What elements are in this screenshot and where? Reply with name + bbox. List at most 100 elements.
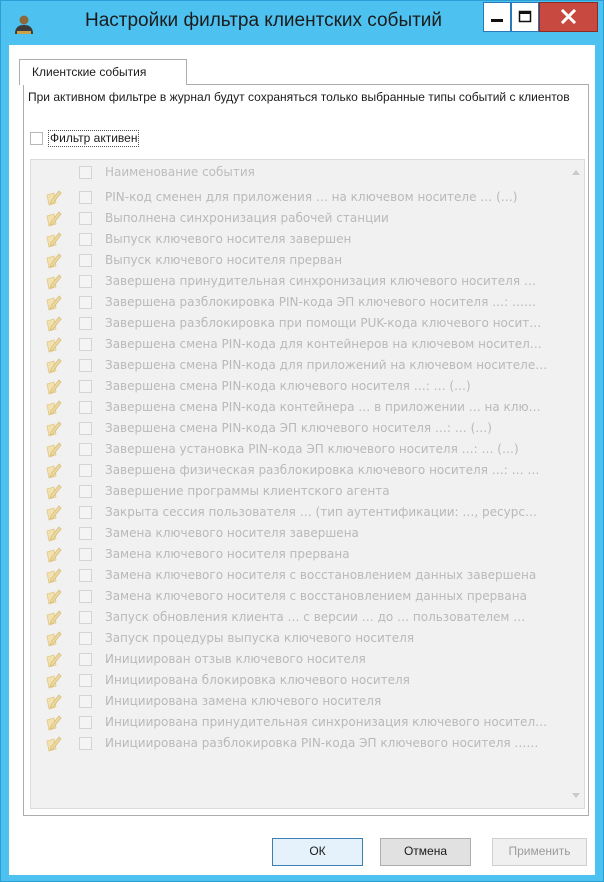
table-row[interactable]: Завершена принудительная синхронизация к… <box>31 271 568 292</box>
document-pencil-icon <box>45 336 62 353</box>
events-table[interactable]: Наименование события PIN-код сменен для … <box>30 159 585 809</box>
filter-active-label[interactable]: Фильтр активен <box>48 130 140 147</box>
filter-active-checkbox[interactable] <box>30 132 43 145</box>
table-row[interactable]: Завершена смена PIN-кода ключевого носит… <box>31 376 568 397</box>
event-name: Замена ключевого носителя с восстановлен… <box>105 568 537 582</box>
document-pencil-icon <box>45 378 62 395</box>
table-row[interactable]: Инициирована принудительная синхронизаци… <box>31 712 568 733</box>
table-row[interactable]: Выпуск ключевого носителя завершен <box>31 229 568 250</box>
row-checkbox[interactable] <box>79 254 92 267</box>
event-name: Выполнена синхронизация рабочей станции <box>105 211 389 225</box>
document-pencil-icon <box>45 189 62 206</box>
table-row[interactable]: Инициирована разблокировка PIN-кода ЭП к… <box>31 733 568 754</box>
row-checkbox[interactable] <box>79 695 92 708</box>
ok-button[interactable]: ОК <box>272 838 363 866</box>
table-row[interactable]: Инициирована блокировка ключевого носите… <box>31 670 568 691</box>
event-name: Инициирован отзыв ключевого носителя <box>105 652 366 666</box>
document-pencil-icon <box>45 693 62 710</box>
table-row[interactable]: Завершена разблокировка PIN-кода ЭП ключ… <box>31 292 568 313</box>
row-checkbox[interactable] <box>79 380 92 393</box>
close-button[interactable] <box>539 2 598 32</box>
row-checkbox[interactable] <box>79 716 92 729</box>
row-checkbox[interactable] <box>79 611 92 624</box>
minimize-button[interactable] <box>483 2 511 32</box>
close-icon <box>560 8 577 25</box>
event-name: Завершение программы клиентского агента <box>105 484 390 498</box>
row-checkbox[interactable] <box>79 296 92 309</box>
table-row[interactable]: Инициирована замена ключевого носителя <box>31 691 568 712</box>
table-row[interactable]: Выпуск ключевого носителя прерван <box>31 250 568 271</box>
event-name: Замена ключевого носителя с восстановлен… <box>105 589 527 603</box>
row-checkbox[interactable] <box>79 359 92 372</box>
minimize-icon <box>491 19 503 22</box>
maximize-icon <box>518 10 532 23</box>
document-pencil-icon <box>45 588 62 605</box>
row-checkbox[interactable] <box>79 737 92 750</box>
event-name: Завершена смена PIN-кода ЭП ключевого но… <box>105 421 492 435</box>
table-row[interactable]: Завершена разблокировка при помощи PUK-к… <box>31 313 568 334</box>
row-checkbox[interactable] <box>79 212 92 225</box>
table-row[interactable]: Завершена установка PIN-кода ЭП ключевог… <box>31 439 568 460</box>
table-row[interactable]: Закрыта сессия пользователя … (тип аутен… <box>31 502 568 523</box>
event-name: Замена ключевого носителя прервана <box>105 547 350 561</box>
event-name: Завершена смена PIN-кода для контейнеров… <box>105 337 542 351</box>
event-name: Завершена смена PIN-кода ключевого носит… <box>105 379 471 393</box>
row-checkbox[interactable] <box>79 569 92 582</box>
table-row[interactable]: Завершена смена PIN-кода контейнера … в … <box>31 397 568 418</box>
row-checkbox[interactable] <box>79 401 92 414</box>
vertical-scrollbar[interactable] <box>568 160 584 808</box>
table-row[interactable]: PIN-код сменен для приложения … на ключе… <box>31 187 568 208</box>
user-icon <box>15 15 33 34</box>
event-name: Запуск процедуры выпуска ключевого носит… <box>105 631 415 645</box>
document-pencil-icon <box>45 420 62 437</box>
tab-client-events[interactable]: Клиентские события <box>19 59 187 85</box>
select-all-checkbox[interactable] <box>79 166 92 179</box>
row-checkbox[interactable] <box>79 338 92 351</box>
table-row[interactable]: Запуск процедуры выпуска ключевого носит… <box>31 628 568 649</box>
row-checkbox[interactable] <box>79 527 92 540</box>
cancel-button[interactable]: Отмена <box>380 838 471 866</box>
table-row[interactable]: Замена ключевого носителя с восстановлен… <box>31 586 568 607</box>
title-bar[interactable]: Настройки фильтра клиентских событий <box>1 1 603 45</box>
table-row[interactable]: Выполнена синхронизация рабочей станции <box>31 208 568 229</box>
row-checkbox[interactable] <box>79 632 92 645</box>
row-checkbox[interactable] <box>79 191 92 204</box>
event-name: Запуск обновления клиента … с версии … д… <box>105 610 526 624</box>
table-row[interactable]: Завершена физическая разблокировка ключе… <box>31 460 568 481</box>
table-row[interactable]: Замена ключевого носителя с восстановлен… <box>31 565 568 586</box>
row-checkbox[interactable] <box>79 275 92 288</box>
scroll-down-icon[interactable] <box>572 793 580 798</box>
document-pencil-icon <box>45 441 62 458</box>
row-checkbox[interactable] <box>79 233 92 246</box>
row-checkbox[interactable] <box>79 422 92 435</box>
table-row[interactable]: Замена ключевого носителя завершена <box>31 523 568 544</box>
document-pencil-icon <box>45 483 62 500</box>
event-name: PIN-код сменен для приложения … на ключе… <box>105 190 518 204</box>
row-checkbox[interactable] <box>79 485 92 498</box>
row-checkbox[interactable] <box>79 317 92 330</box>
table-header: Наименование события <box>31 160 568 184</box>
event-name: Инициирована замена ключевого носителя <box>105 694 382 708</box>
document-pencil-icon <box>45 294 62 311</box>
table-row[interactable]: Инициирован отзыв ключевого носителя <box>31 649 568 670</box>
table-row[interactable]: Замена ключевого носителя прервана <box>31 544 568 565</box>
apply-button[interactable]: Применить <box>492 838 587 866</box>
event-name: Выпуск ключевого носителя завершен <box>105 232 352 246</box>
column-header-event-name[interactable]: Наименование события <box>105 165 255 179</box>
table-row[interactable]: Завершение программы клиентского агента <box>31 481 568 502</box>
table-row[interactable]: Завершена смена PIN-кода для контейнеров… <box>31 334 568 355</box>
maximize-button[interactable] <box>511 2 539 32</box>
event-name: Завершена принудительная синхронизация к… <box>105 274 536 288</box>
row-checkbox[interactable] <box>79 653 92 666</box>
table-row[interactable]: Запуск обновления клиента … с версии … д… <box>31 607 568 628</box>
row-checkbox[interactable] <box>79 590 92 603</box>
table-row[interactable]: Завершена смена PIN-кода для приложений … <box>31 355 568 376</box>
scroll-up-icon[interactable] <box>572 170 580 175</box>
document-pencil-icon <box>45 462 62 479</box>
row-checkbox[interactable] <box>79 548 92 561</box>
row-checkbox[interactable] <box>79 674 92 687</box>
row-checkbox[interactable] <box>79 464 92 477</box>
table-row[interactable]: Завершена смена PIN-кода ЭП ключевого но… <box>31 418 568 439</box>
row-checkbox[interactable] <box>79 443 92 456</box>
row-checkbox[interactable] <box>79 506 92 519</box>
